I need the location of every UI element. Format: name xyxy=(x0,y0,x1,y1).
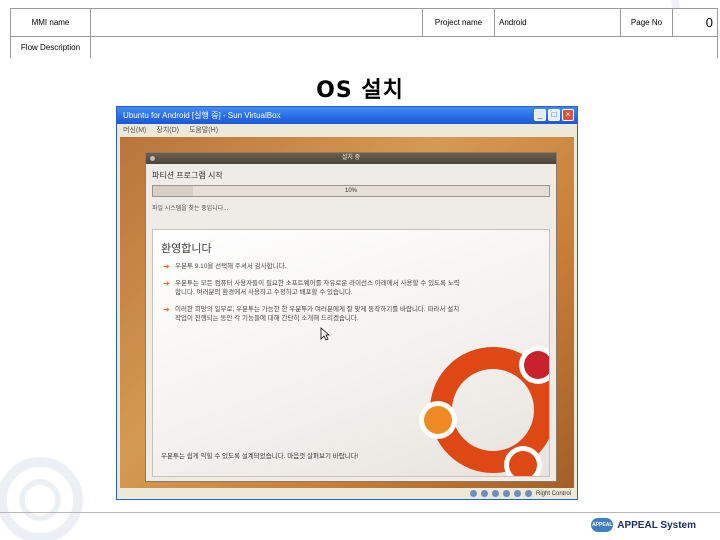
usb-status-icon xyxy=(491,490,499,497)
cd-status-icon xyxy=(480,490,488,497)
maximize-button[interactable]: □ xyxy=(548,109,560,121)
welcome-heading: 환영합니다 xyxy=(161,243,212,255)
brand-name: APPEAL System xyxy=(617,519,696,531)
installer-title-bar: 설치 중 xyxy=(146,153,556,164)
welcome-slideshow: 환영합니다 ➔ 우분투 9.10을 선택해 주셔서 감사합니다. ➔ 우분투는 … xyxy=(152,229,550,477)
decorative-watermark-icon xyxy=(0,457,83,540)
flow-description-value xyxy=(91,37,717,58)
virtualbox-menu-bar: 머신(M) 장치(D) 도움말(H) xyxy=(117,124,577,136)
hdd-status-icon xyxy=(469,490,477,497)
close-button[interactable]: × xyxy=(562,109,574,121)
menu-item-help[interactable]: 도움말(H) xyxy=(189,125,218,135)
document-header-table: MMI name Project name Android Page No 0 … xyxy=(10,8,718,58)
mouse-capture-status-icon xyxy=(524,490,532,497)
window-menu-icon[interactable] xyxy=(150,156,155,161)
ubuntu-installer-window: 설치 중 파티션 프로그램 시작 10% 파일 시스템을 찾는 중입니다... xyxy=(145,152,557,482)
flow-description-label: Flow Description xyxy=(11,37,91,58)
arrow-right-icon: ➔ xyxy=(163,305,170,314)
installer-title-text: 설치 중 xyxy=(341,155,361,161)
project-name-label: Project name xyxy=(423,9,495,37)
bullet-text: 우분투는 모든 컴퓨터 사용자들이 필요한 소프트웨어를 자유로운 라이선스 아… xyxy=(175,280,460,296)
virtualbox-status-bar: Right Control xyxy=(117,488,577,499)
list-item: ➔ 우분투는 모든 컴퓨터 사용자들이 필요한 소프트웨어를 자유로운 라이선스… xyxy=(163,279,463,297)
install-progress-bar: 10% xyxy=(152,185,550,197)
mmi-name-value xyxy=(91,9,423,37)
project-name-value: Android xyxy=(495,9,621,37)
menu-item-devices[interactable]: 장치(D) xyxy=(156,125,179,135)
list-item: ➔ 이러한 희망의 일부로, 우분투는 가능한 한 우분투가 여러분에게 잘 맞… xyxy=(163,305,463,323)
shared-folder-status-icon xyxy=(513,490,521,497)
menu-item-machine[interactable]: 머신(M) xyxy=(123,125,146,135)
mouse-cursor-icon xyxy=(320,327,330,341)
guest-display[interactable]: 설치 중 파티션 프로그램 시작 10% 파일 시스템을 찾는 중입니다... xyxy=(120,137,574,489)
page-no-label: Page No xyxy=(621,9,673,37)
bullet-text: 이러한 희망의 일부로, 우분투는 가능한 한 우분투가 여러분에게 잘 맞게 … xyxy=(175,306,460,322)
progress-label: 10% xyxy=(344,188,357,194)
footer-divider xyxy=(0,512,720,513)
network-status-icon xyxy=(502,490,510,497)
page-title: OS 설치 xyxy=(316,78,404,103)
arrow-right-icon: ➔ xyxy=(163,279,170,288)
welcome-bullets: ➔ 우분투 9.10을 선택해 주셔서 감사합니다. ➔ 우분투는 모든 컴퓨터… xyxy=(163,262,463,331)
arrow-right-icon: ➔ xyxy=(163,262,170,271)
host-key-label: Right Control xyxy=(535,490,571,497)
brand-logo-icon: APPEAL xyxy=(591,518,614,532)
page-no-value: 0 xyxy=(673,9,717,37)
bullet-text: 우분투 9.10을 선택해 주셔서 감사합니다. xyxy=(175,263,287,270)
installer-status-text: 파일 시스템을 찾는 중입니다... xyxy=(152,206,229,212)
mmi-name-label: MMI name xyxy=(11,9,91,37)
virtualbox-title-text: Ubuntu for Android [실행 중] - Sun VirtualB… xyxy=(123,111,281,120)
virtualbox-title-bar[interactable]: Ubuntu for Android [실행 중] - Sun VirtualB… xyxy=(117,107,577,124)
minimize-button[interactable]: _ xyxy=(534,109,546,121)
ubuntu-logo-icon xyxy=(419,346,549,476)
footer-brand: APPEAL APPEAL System xyxy=(591,518,696,532)
closing-text: 우분투는 쉽게 익힐 수 있도록 설계되었습니다. 마음껏 살펴보기 바랍니다! xyxy=(161,453,359,460)
list-item: ➔ 우분투 9.10을 선택해 주셔서 감사합니다. xyxy=(163,262,463,271)
installer-heading: 파티션 프로그램 시작 xyxy=(152,171,223,180)
virtualbox-window: Ubuntu for Android [실행 중] - Sun VirtualB… xyxy=(116,106,578,500)
